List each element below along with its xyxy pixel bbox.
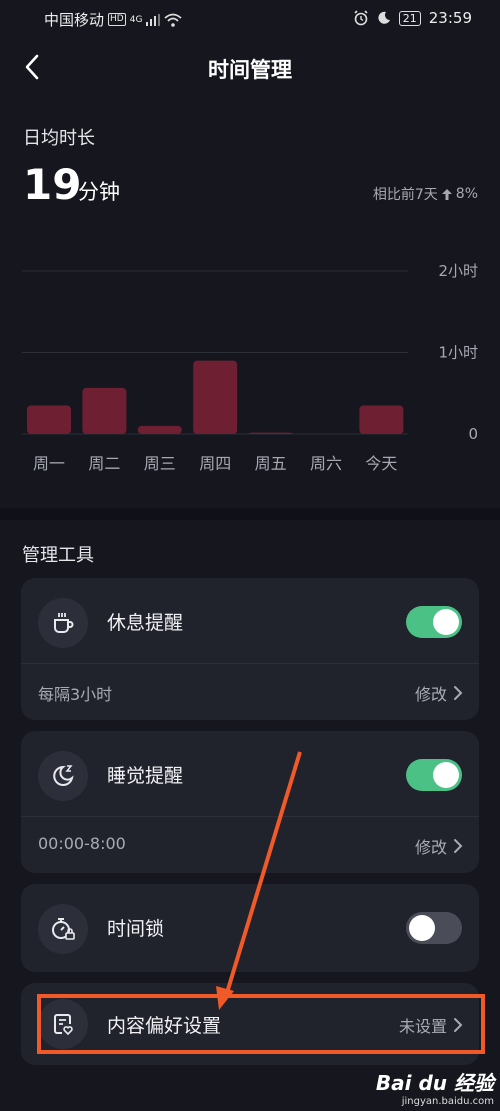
watermark-brand: Bai du 经验	[375, 1071, 494, 1095]
annotation-arrow	[216, 751, 302, 1010]
baidu-jingyan-watermark: Bai du 经验 jingyan.baidu.com	[376, 1067, 494, 1107]
watermark-url: jingyan.baidu.com	[401, 1096, 494, 1107]
